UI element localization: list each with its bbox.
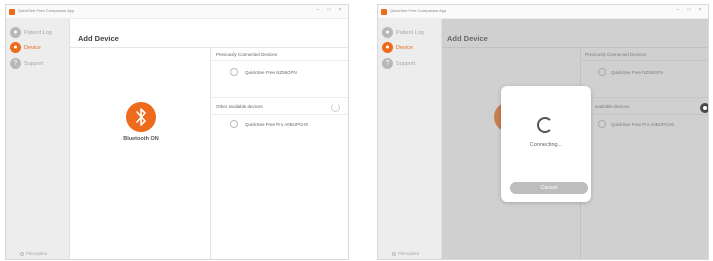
sidebar-item-label: Support [24,61,44,67]
sidebar-item-label: Patient Log [396,30,424,36]
app-logo-icon [381,9,387,15]
brand-logo: Plenoptika [392,251,419,256]
sidebar-item-label: Device [396,45,413,51]
connecting-status-text: Connecting... [529,142,563,148]
person-icon: ● [382,27,393,38]
maximize-button[interactable]: □ [325,7,333,13]
device-icon: ● [382,42,393,53]
question-icon: ? [10,58,21,69]
close-button[interactable]: × [696,7,704,13]
scanning-spinner-icon [331,103,340,112]
window-title: QuickSee Free Companion App [18,8,75,13]
device-name: QuickSee Free Pro A0BUPCH0 [245,122,309,127]
close-button[interactable]: × [336,7,344,13]
question-icon: ? [382,58,393,69]
brand-mark-icon [392,252,396,256]
brand-text: Plenoptika [26,251,48,256]
page-title: Add Device [78,34,119,43]
cancel-button[interactable]: Cancel [510,182,588,194]
person-icon: ● [10,27,21,38]
title-bar: QuickSee Free Companion App – □ × [378,5,708,19]
brand-mark-icon [20,252,24,256]
brand-text: Plenoptika [398,251,420,256]
sidebar-item-support[interactable]: ? Support [382,58,440,70]
sidebar-item-device[interactable]: ● Device [382,42,440,54]
sidebar: ● Patient Log ● Device ? Support Plenopt… [6,19,70,259]
section-divider [211,97,348,98]
connecting-dialog: Connecting... Cancel [501,86,591,202]
minimize-button[interactable]: – [314,7,322,13]
device-radio[interactable] [230,68,238,76]
app-logo-icon [9,9,15,15]
sidebar: ● Patient Log ● Device ? Support Plenopt… [378,19,442,259]
sidebar-item-label: Support [396,61,416,67]
previously-connected-header: Previously Connected Devices [216,52,278,57]
device-name: QuickSee Free NZ55GFN [245,70,297,75]
sidebar-item-support[interactable]: ? Support [10,58,68,70]
title-bar: QuickSee Free Companion App – □ × [6,5,348,19]
window-title: QuickSee Free Companion App [390,8,447,13]
sidebar-item-patient-log[interactable]: ● Patient Log [382,27,440,39]
bluetooth-icon [136,108,146,126]
sidebar-item-device[interactable]: ● Device [10,42,68,54]
sidebar-item-label: Patient Log [24,30,52,36]
bluetooth-panel: Bluetooth ON [70,48,210,259]
other-devices-header: Other available devices [216,104,263,109]
minimize-button[interactable]: – [674,7,682,13]
sidebar-item-label: Device [24,45,41,51]
app-window-left: QuickSee Free Companion App – □ × ● Pati… [5,4,349,260]
device-icon: ● [10,42,21,53]
devices-panel: Previously Connected Devices QuickSee Fr… [210,48,348,259]
device-radio[interactable] [230,120,238,128]
section-divider [211,60,348,61]
loading-spinner-icon [537,117,553,133]
brand-logo: Plenoptika [20,251,47,256]
bluetooth-toggle[interactable] [126,102,156,132]
scanning-indicator-icon [700,103,708,113]
section-divider [211,114,348,115]
app-window-right: QuickSee Free Companion App – □ × ● Pati… [377,4,709,260]
sidebar-item-patient-log[interactable]: ● Patient Log [10,27,68,39]
maximize-button[interactable]: □ [685,7,693,13]
bluetooth-status-label: Bluetooth ON [123,136,159,142]
